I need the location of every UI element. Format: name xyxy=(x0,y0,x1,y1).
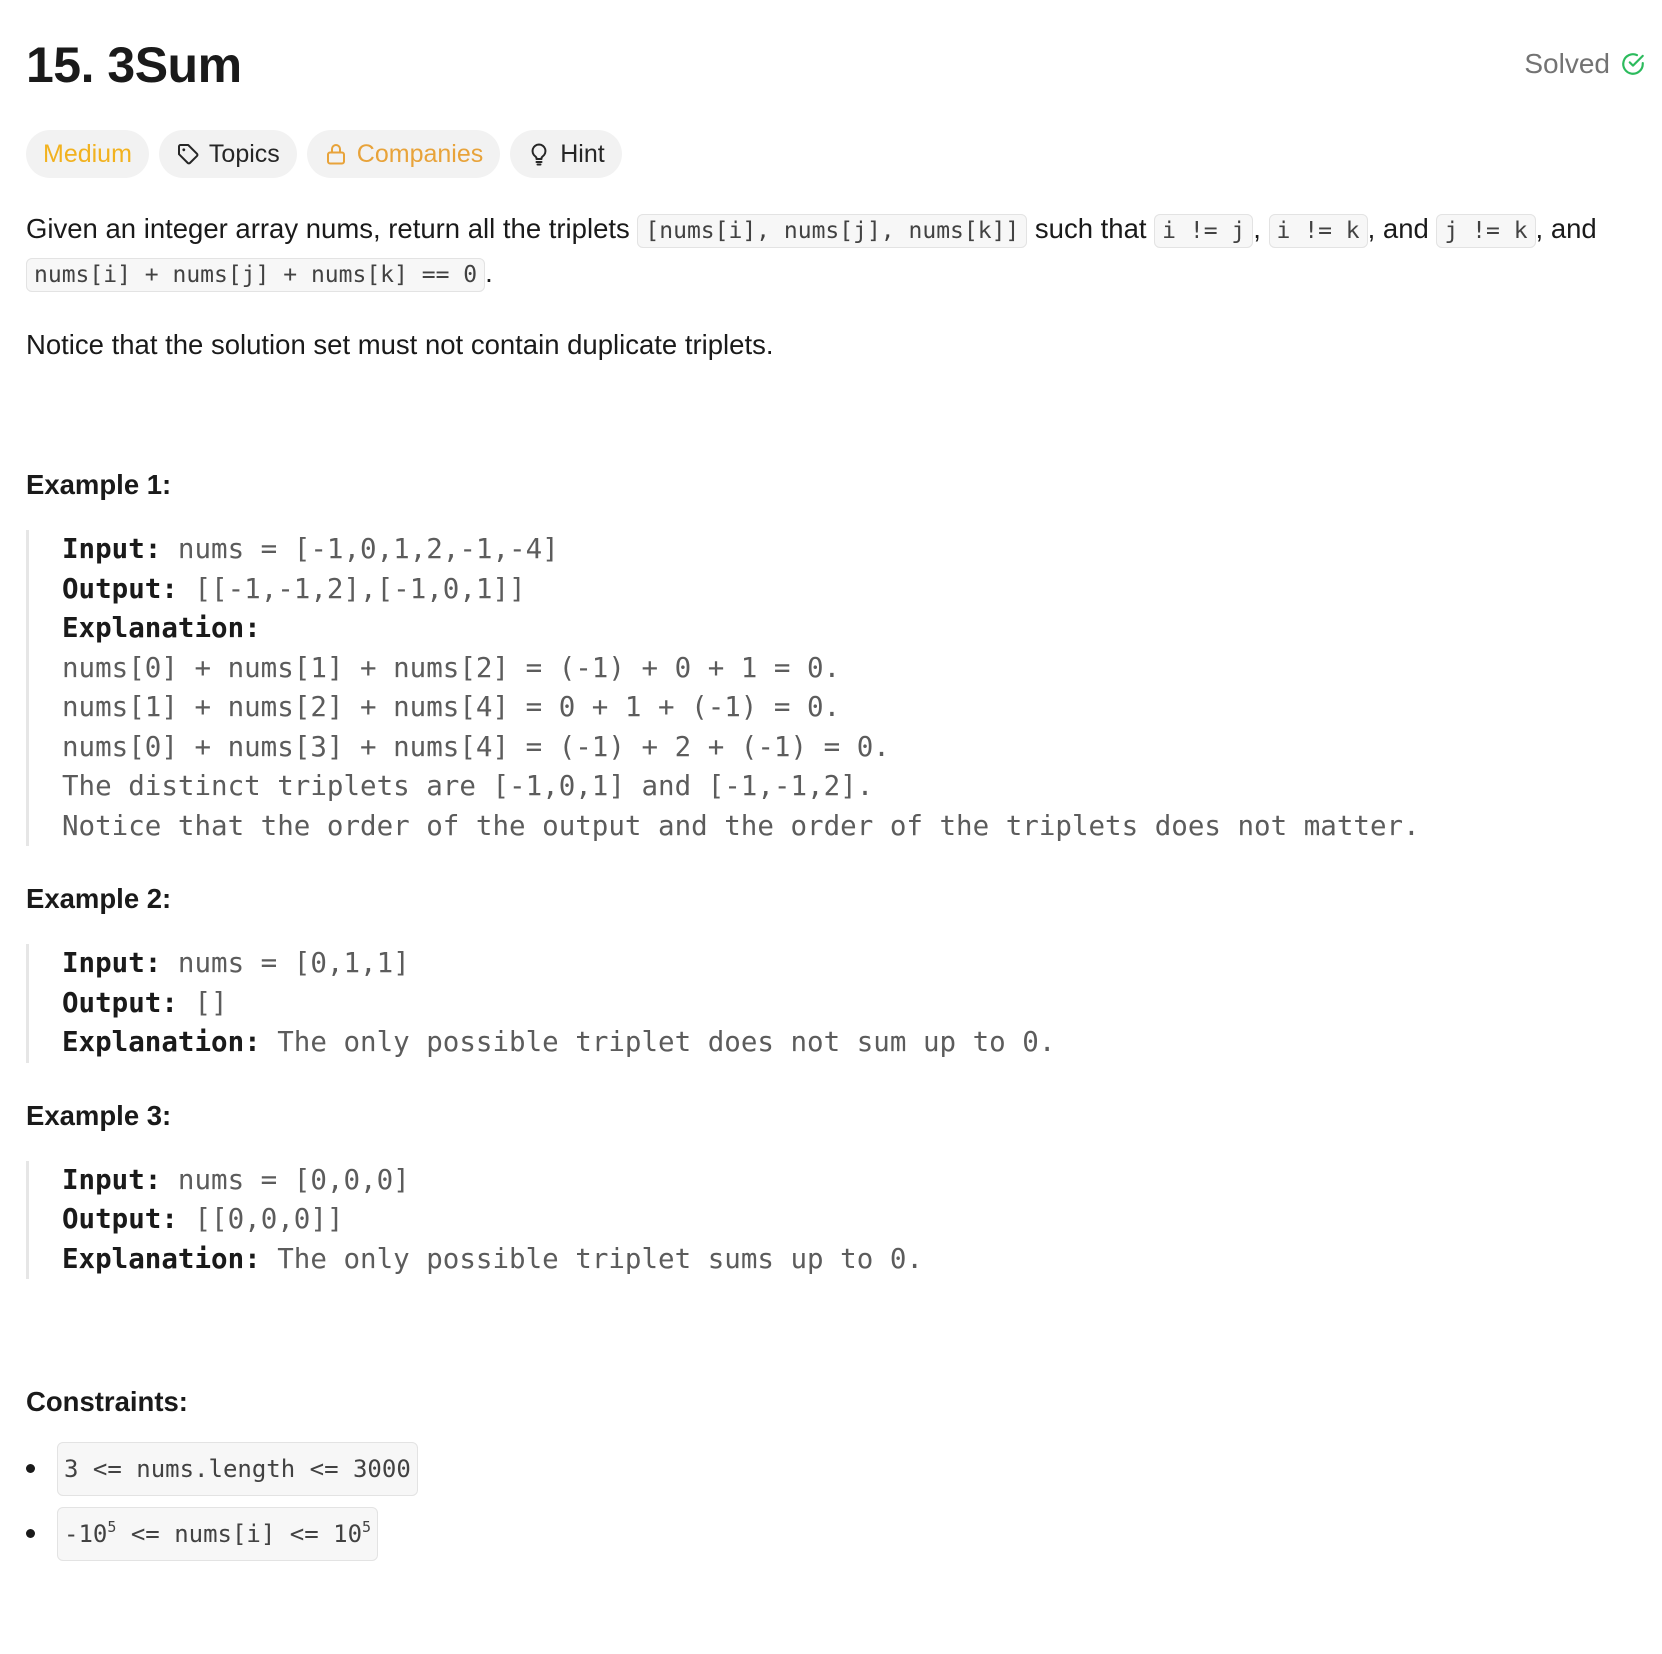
explanation-label: Explanation: xyxy=(62,1026,261,1058)
explanation-line: Notice that the order of the output and … xyxy=(62,809,1420,842)
explanation-text: The only possible triplet sums up to 0. xyxy=(260,1242,923,1275)
constraint-text: <= nums[i] <= 10 xyxy=(116,1520,363,1548)
description-text: , and xyxy=(1367,213,1437,244)
tag-bar: Medium Topics Companies Hint xyxy=(26,130,622,178)
constraints-title: Constraints: xyxy=(26,1386,188,1417)
example-2-block: Input: nums = [0,1,1] Output: [] Explana… xyxy=(26,944,1646,1063)
topics-label: Topics xyxy=(208,139,280,168)
example-3-block: Input: nums = [0,0,0] Output: [[0,0,0]] … xyxy=(26,1160,1646,1279)
companies-button[interactable]: Companies xyxy=(306,130,501,178)
problem-description: 15. 3Sum Solved Medium Topics Companies … xyxy=(26,0,1646,1561)
difficulty-badge[interactable]: Medium xyxy=(26,130,149,178)
explanation-label: Explanation: xyxy=(62,1242,261,1275)
explanation-line: nums[0] + nums[1] + nums[2] = (-1) + 0 +… xyxy=(62,651,841,684)
input-label: Input: xyxy=(62,947,162,979)
bullet-icon xyxy=(26,1464,35,1473)
output-value: [[-1,-1,2],[-1,0,1]] xyxy=(177,572,526,605)
check-circle-icon xyxy=(1620,51,1646,77)
example-1-block: Input: nums = [-1,0,1,2,-1,-4] Output: [… xyxy=(26,530,1646,846)
input-label: Input: xyxy=(62,1163,162,1196)
solved-label: Solved xyxy=(1524,48,1610,79)
input-value: nums = [0,0,0] xyxy=(161,1163,410,1196)
topics-button[interactable]: Topics xyxy=(158,130,297,178)
description-text: , and xyxy=(1535,213,1597,244)
output-label: Output: xyxy=(62,1203,178,1235)
example-2-title: Example 2: xyxy=(26,883,172,914)
constraint-item: -105 <= nums[i] <= 105 xyxy=(26,1507,1646,1561)
inline-code: [nums[i], nums[j], nums[k]] xyxy=(637,214,1028,248)
output-label: Output: xyxy=(62,986,178,1019)
companies-label: Companies xyxy=(356,139,484,168)
description-paragraph: Given an integer array nums, return all … xyxy=(26,208,1626,296)
constraint-code: 3 <= nums.length <= 3000 xyxy=(57,1442,418,1496)
lightbulb-icon xyxy=(527,142,551,166)
exponent: 5 xyxy=(362,1518,372,1536)
constraint-text: -10 xyxy=(64,1520,108,1548)
output-label: Output: xyxy=(62,572,178,605)
input-label: Input: xyxy=(62,533,162,565)
lock-icon xyxy=(324,142,348,166)
problem-content: Given an integer array nums, return all … xyxy=(26,208,1646,1579)
constraint-code: -105 <= nums[i] <= 105 xyxy=(57,1507,379,1561)
constraint-item: 3 <= nums.length <= 3000 xyxy=(26,1442,1646,1496)
explanation-line: nums[1] + nums[2] + nums[4] = 0 + 1 + (-… xyxy=(62,691,841,723)
difficulty-label: Medium xyxy=(43,139,132,168)
output-value: [[0,0,0]] xyxy=(177,1203,344,1235)
inline-code: nums[i] + nums[j] + nums[k] == 0 xyxy=(26,258,486,292)
inline-code: j != k xyxy=(1436,214,1536,248)
description-text: , xyxy=(1253,213,1269,244)
explanation-line: nums[0] + nums[3] + nums[4] = (-1) + 2 +… xyxy=(62,730,890,763)
solved-status: Solved xyxy=(1524,48,1646,80)
description-text: such that xyxy=(1027,213,1155,244)
hint-label: Hint xyxy=(560,139,605,168)
explanation-text: The only possible triplet does not sum u… xyxy=(260,1026,1056,1058)
problem-header: 15. 3Sum Solved xyxy=(26,0,1646,112)
example-1-title: Example 1: xyxy=(26,469,172,500)
explanation-label: Explanation: xyxy=(62,612,261,644)
problem-title[interactable]: 15. 3Sum xyxy=(26,36,242,94)
explanation-line: The distinct triplets are [-1,0,1] and [… xyxy=(62,770,874,802)
hint-button[interactable]: Hint xyxy=(510,130,622,178)
description-text: Given an integer array nums, return all … xyxy=(26,213,638,244)
constraints-list: 3 <= nums.length <= 3000 -10 5 <= nums[i]… xyxy=(26,1442,1646,1561)
bullet-icon xyxy=(26,1529,35,1538)
inline-code: i != j xyxy=(1154,214,1254,248)
tag-icon xyxy=(176,142,200,166)
inline-code: i != k xyxy=(1268,214,1368,248)
notice-paragraph: Notice that the solution set must not co… xyxy=(26,329,774,360)
input-value: nums = [-1,0,1,2,-1,-4] xyxy=(161,533,559,565)
input-value: nums = [0,1,1] xyxy=(161,947,410,979)
example-3-title: Example 3: xyxy=(26,1099,172,1131)
description-text: . xyxy=(485,257,493,288)
output-value: [] xyxy=(177,986,228,1019)
